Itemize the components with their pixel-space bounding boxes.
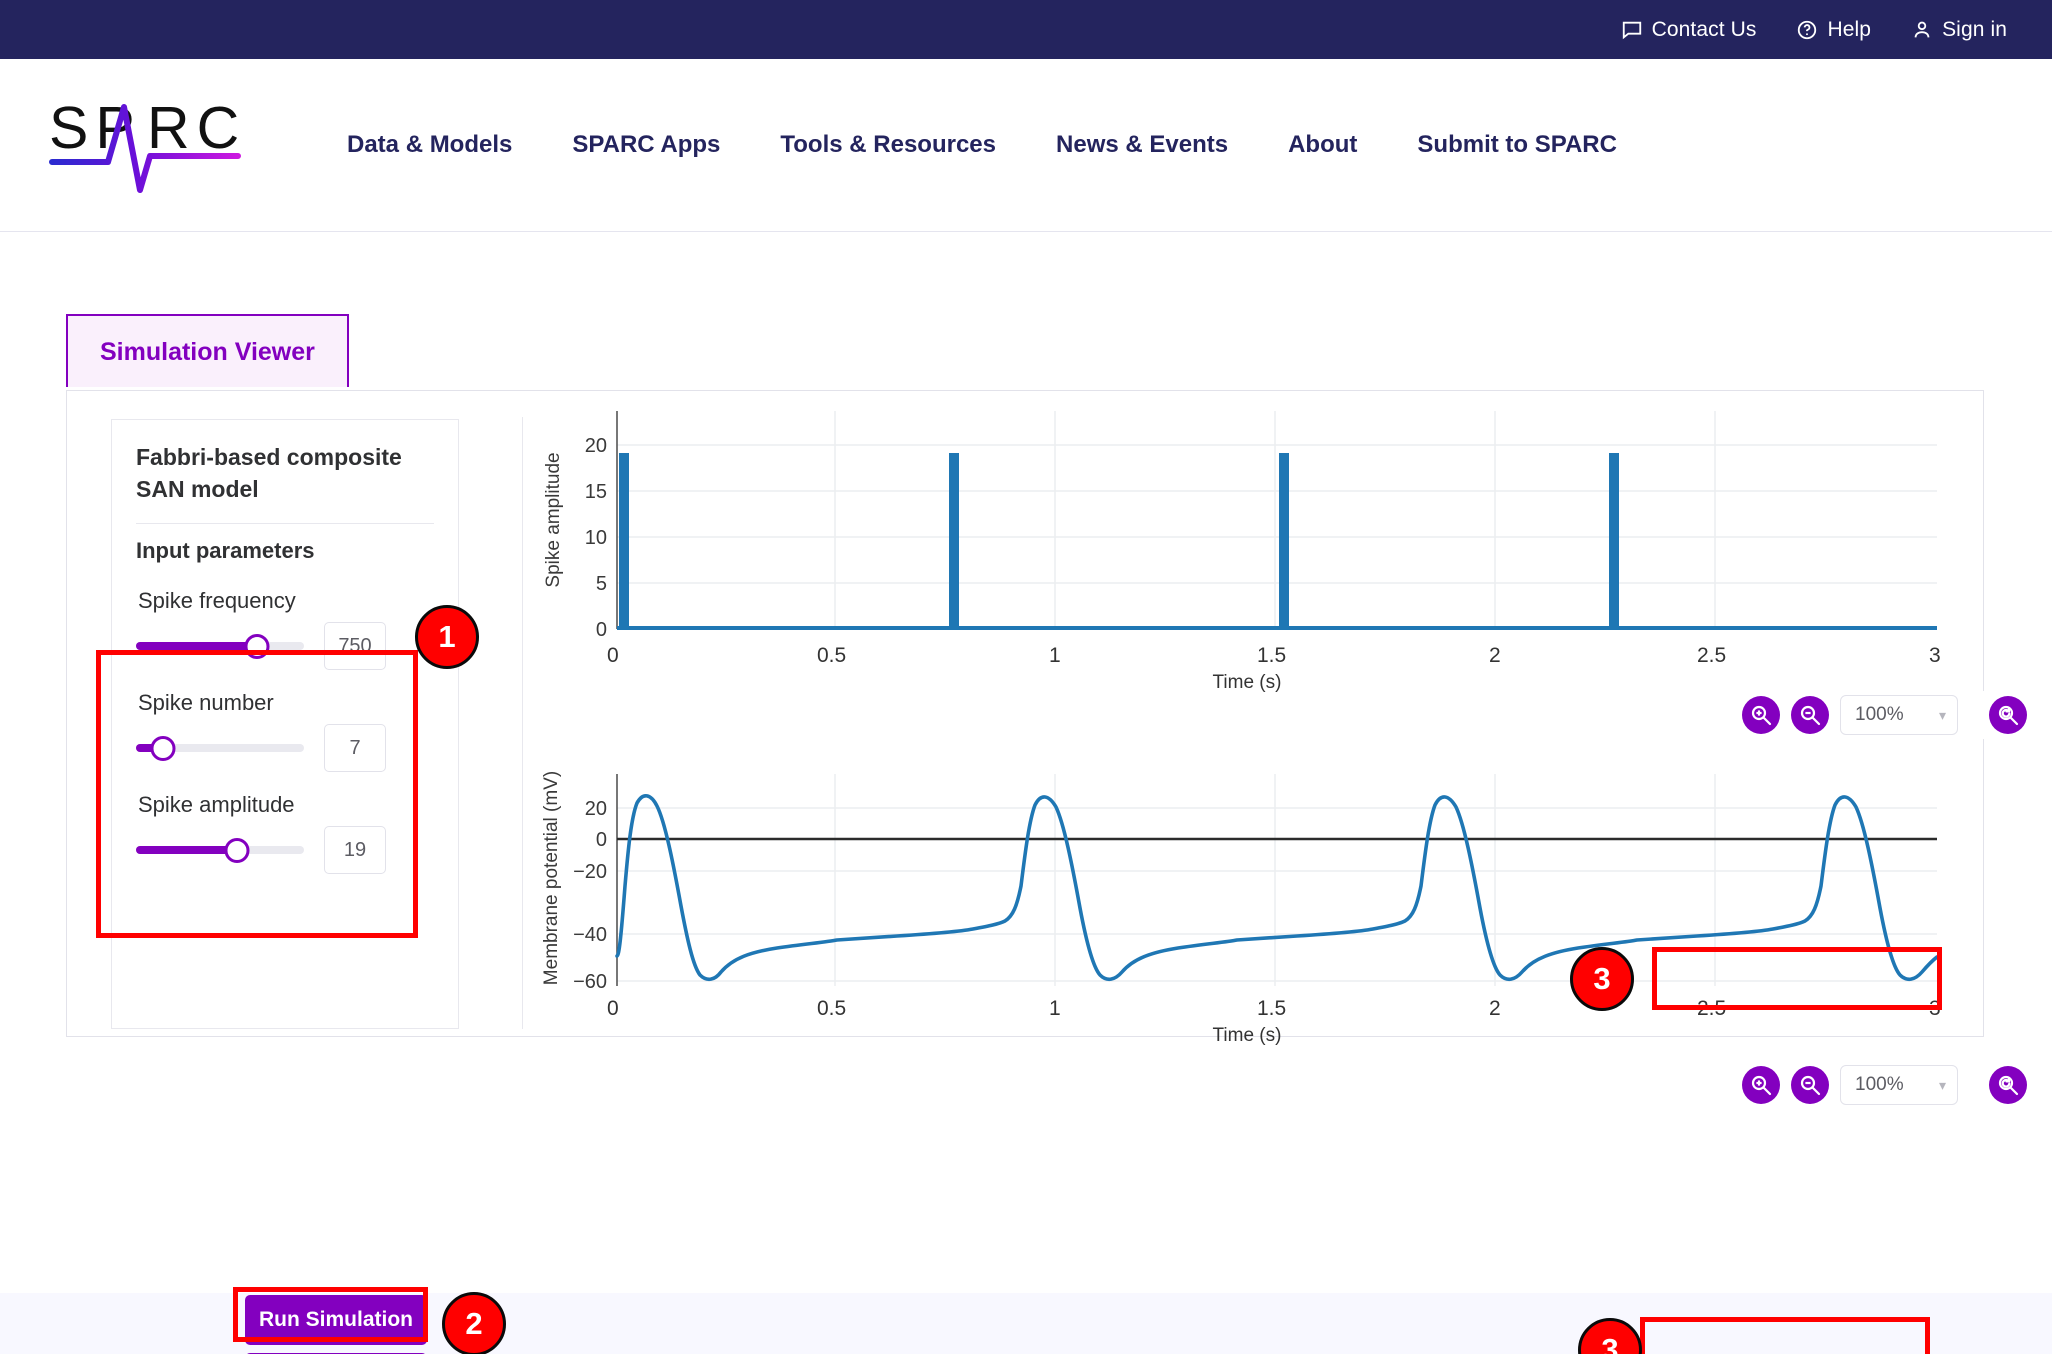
xtick-3: 3: [1929, 997, 1941, 1020]
svg-text:0: 0: [596, 829, 607, 851]
xtick-3: 3: [1929, 644, 1941, 667]
svg-text:20: 20: [585, 435, 607, 457]
help-link[interactable]: Help: [1796, 18, 1871, 42]
svg-text:Spike amplitude: Spike amplitude: [543, 452, 564, 587]
zoom-level-select[interactable]: 100% ▾: [1840, 695, 1958, 735]
svg-text:Membrane potential (mV): Membrane potential (mV): [541, 771, 562, 985]
xtick-1-5: 1.5: [1257, 644, 1287, 667]
slider-thumb[interactable]: [150, 735, 176, 761]
action-buttons: Run Simulation View Dataset: [245, 1295, 427, 1354]
xtick-2-5: 2.5: [1697, 644, 1727, 667]
user-icon: [1911, 19, 1933, 41]
spike-number-slider[interactable]: [136, 735, 304, 761]
svg-text:RC: RC: [147, 95, 243, 161]
xtick-1: 1: [1049, 997, 1061, 1020]
spike-frequency-label: Spike frequency: [138, 588, 296, 614]
sign-in-label: Sign in: [1942, 17, 2007, 41]
spike-amplitude-slider[interactable]: [136, 837, 304, 863]
simulation-viewer-panel: Fabbri-based composite SAN model Input p…: [66, 390, 2027, 1109]
tab-strip: Simulation Viewer: [66, 314, 349, 387]
svg-text:−60: −60: [573, 971, 607, 993]
zoom-out-icon[interactable]: [1791, 1066, 1829, 1104]
chat-bubble-icon: [1621, 19, 1643, 41]
slider-thumb[interactable]: [224, 837, 250, 863]
zoom-controls-top: 100% ▾: [1742, 691, 2027, 739]
nav-item-sparc-apps[interactable]: SPARC Apps: [542, 131, 750, 159]
input-parameters-heading: Input parameters: [136, 538, 315, 564]
annotation-badge-1: 1: [415, 605, 479, 669]
chevron-down-icon: ▾: [1938, 1076, 1946, 1093]
slider-fill: [136, 642, 257, 651]
xtick-2-5: 2.5: [1697, 997, 1727, 1020]
membrane-potential-chart: 20 0 −20 −40 −60 Membrane potential (mV): [537, 766, 1977, 1001]
nav-item-tools-resources[interactable]: Tools & Resources: [750, 131, 1026, 159]
annotation-badge-2: 2: [442, 1292, 506, 1354]
page-body: Simulation Viewer Fabbri-based composite…: [0, 232, 2052, 1354]
xtick-0: 0: [607, 644, 619, 667]
xtick-2: 2: [1489, 644, 1501, 667]
nav-item-submit-to-sparc[interactable]: Submit to SPARC: [1387, 131, 1647, 159]
spike-frequency-input[interactable]: 750: [324, 622, 386, 671]
svg-text:−20: −20: [573, 861, 607, 883]
nav-item-about[interactable]: About: [1258, 131, 1387, 159]
contact-us-link[interactable]: Contact Us: [1621, 18, 1757, 42]
zoom-reset-icon[interactable]: [1989, 1066, 2027, 1104]
annotation-badge-3-top: 3: [1570, 947, 1634, 1011]
panel-vertical-divider: [522, 417, 523, 1029]
zoom-in-icon[interactable]: [1742, 696, 1780, 734]
zoom-level-value: 100%: [1855, 704, 1904, 725]
parameter-spike-number: Spike number 7: [136, 678, 434, 780]
charts-container: 0 5 10 15 20 Spike amplitude 0 0.5 1 1.5…: [537, 401, 2027, 1109]
zoom-in-icon[interactable]: [1742, 1066, 1780, 1104]
spike-number-input[interactable]: 7: [324, 724, 386, 773]
parameter-spike-amplitude: Spike amplitude 19: [136, 780, 434, 882]
parameters-sidebar: Fabbri-based composite SAN model Input p…: [111, 419, 459, 1029]
xtick-2: 2: [1489, 997, 1501, 1020]
spike-number-label: Spike number: [138, 690, 274, 716]
chevron-down-icon: ▾: [1938, 706, 1946, 723]
zoom-out-icon[interactable]: [1791, 696, 1829, 734]
xtick-1-5: 1.5: [1257, 997, 1287, 1020]
question-circle-icon: [1796, 19, 1818, 41]
bottom-chart-xlabel: Time (s): [1212, 1025, 1282, 1046]
help-label: Help: [1827, 17, 1872, 41]
zoom-level-value: 100%: [1855, 1074, 1904, 1095]
spike-amplitude-chart: 0 5 10 15 20 Spike amplitude: [537, 401, 1977, 646]
svg-text:15: 15: [585, 481, 607, 503]
svg-text:−40: −40: [573, 924, 607, 946]
site-header: SP RC Data & Models SPARC Apps Tools & R…: [0, 59, 2052, 232]
sign-in-link[interactable]: Sign in: [1911, 18, 2007, 42]
zoom-level-select[interactable]: 100% ▾: [1840, 1065, 1958, 1105]
nav-item-data-and-models[interactable]: Data & Models: [317, 131, 542, 159]
sparc-logo[interactable]: SP RC: [48, 90, 243, 200]
slider-fill: [136, 846, 237, 855]
spike-frequency-slider[interactable]: [136, 633, 304, 659]
bottom-chart-xaxis: 0 0.5 1 1.5 2 2.5 3 Time (s): [537, 997, 1977, 1059]
tab-simulation-viewer[interactable]: Simulation Viewer: [66, 314, 349, 387]
xtick-0: 0: [607, 997, 619, 1020]
slider-thumb[interactable]: [244, 633, 270, 659]
utility-bar: Contact Us Help Sign in: [0, 0, 2052, 59]
run-simulation-button[interactable]: Run Simulation: [245, 1295, 427, 1345]
svg-text:20: 20: [585, 798, 607, 820]
spike-amplitude-input[interactable]: 19: [324, 826, 386, 875]
contact-us-label: Contact Us: [1651, 17, 1757, 41]
svg-text:5: 5: [596, 573, 607, 595]
zoom-reset-icon[interactable]: [1989, 696, 2027, 734]
xtick-0-5: 0.5: [817, 997, 847, 1020]
main-navigation: Data & Models SPARC Apps Tools & Resourc…: [317, 131, 1647, 159]
model-title: Fabbri-based composite SAN model: [136, 444, 402, 502]
svg-text:10: 10: [585, 527, 607, 549]
svg-text:0: 0: [596, 619, 607, 641]
spike-amplitude-label: Spike amplitude: [138, 792, 295, 818]
zoom-controls-bottom: 100% ▾: [1742, 1061, 2027, 1109]
nav-item-news-events[interactable]: News & Events: [1026, 131, 1258, 159]
xtick-1: 1: [1049, 644, 1061, 667]
xtick-0-5: 0.5: [817, 644, 847, 667]
parameter-spike-frequency: Spike frequency 750: [136, 576, 434, 678]
sidebar-divider: [136, 523, 434, 525]
